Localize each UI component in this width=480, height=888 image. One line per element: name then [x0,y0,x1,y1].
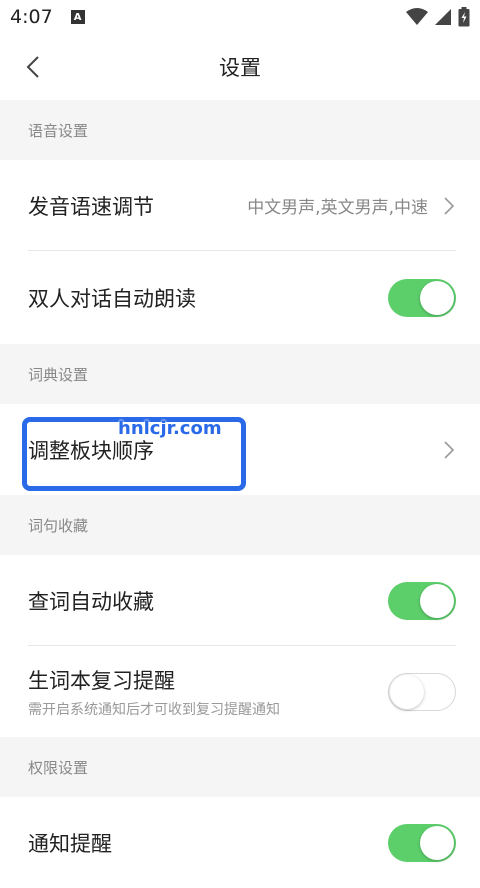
toggle-knob [420,583,454,618]
permission-settings-card: 通知提醒 [0,797,480,888]
chevron-right-icon [444,440,455,459]
speech-speed-row[interactable]: 发音语速调节 中文男声,英文男声,中速 [0,160,480,251]
toggle-knob [420,825,454,860]
voice-settings-card: 发音语速调节 中文男声,英文男声,中速 双人对话自动朗读 [0,160,480,344]
signal-icon [435,9,451,25]
notification-toggle[interactable] [388,823,456,862]
toggle-knob [420,280,454,315]
auto-collect-toggle[interactable] [388,581,456,620]
wifi-icon [406,8,428,25]
review-reminder-text: 生词本复习提醒 需开启系统通知后才可收到复习提醒通知 [28,665,280,719]
notification-label: 通知提醒 [28,831,112,856]
notification-a-icon: A [70,10,85,24]
watermark-text: hnlcjr.com [118,418,222,439]
speech-speed-label: 发音语速调节 [28,194,154,219]
notification-row: 通知提醒 [0,797,480,888]
auto-read-toggle[interactable] [388,278,456,317]
auto-read-row: 双人对话自动朗读 [0,251,480,344]
back-icon[interactable] [22,54,48,80]
battery-icon [458,7,470,27]
chevron-right-icon [444,196,455,215]
review-reminder-row: 生词本复习提醒 需开启系统通知后才可收到复习提醒通知 [0,646,480,737]
review-reminder-label: 生词本复习提醒 [28,668,175,693]
status-time: 4:07 [10,6,53,28]
review-reminder-toggle[interactable] [388,672,456,711]
section-header-dictionary: 词典设置 [0,344,480,404]
review-reminder-subtitle: 需开启系统通知后才可收到复习提醒通知 [28,701,280,718]
auto-collect-label: 查词自动收藏 [28,589,154,614]
speech-speed-value: 中文男声,英文男声,中速 [247,198,428,218]
section-header-collection: 词句收藏 [0,495,480,555]
auto-read-label: 双人对话自动朗读 [28,286,196,311]
section-header-voice: 语音设置 [0,100,480,160]
page-title: 设置 [219,56,261,80]
status-bar: 4:07 A [0,0,480,34]
app-header: 设置 [0,34,480,100]
section-header-permissions: 权限设置 [0,737,480,797]
toggle-knob [390,674,424,709]
collection-settings-card: 查词自动收藏 生词本复习提醒 需开启系统通知后才可收到复习提醒通知 [0,555,480,737]
auto-collect-row: 查词自动收藏 [0,555,480,646]
